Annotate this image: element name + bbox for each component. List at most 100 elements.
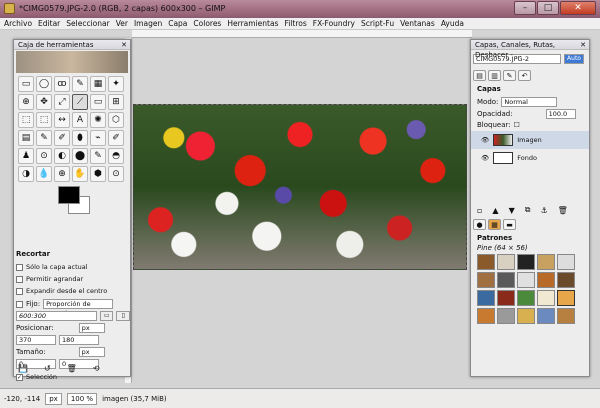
pattern-swatch[interactable] (557, 290, 575, 306)
eraser-tool[interactable]: ⬮ (72, 130, 88, 146)
menu-capa[interactable]: Capa (168, 18, 187, 29)
delete-icon[interactable]: 🗑 (67, 364, 77, 373)
shear-tool[interactable]: ⬚ (18, 112, 34, 128)
menu-fx-foundry[interactable]: FX-Foundry (313, 18, 355, 29)
zoom-tool[interactable]: ⊕ (18, 94, 34, 110)
fixed-dropdown[interactable]: Proporción de aspecto (43, 299, 114, 317)
dodge-burn-tool[interactable]: ◓ (108, 148, 124, 164)
tab-layers[interactable]: ▤ (473, 70, 486, 81)
auto-button[interactable]: Auto (564, 54, 584, 64)
duplicate-layer-icon[interactable]: ⧉ (525, 205, 531, 215)
landscape-icon[interactable]: ▭ (99, 311, 114, 321)
pencil-tool[interactable]: ✎ (36, 130, 52, 146)
pattern-swatch[interactable] (537, 290, 555, 306)
mode-select[interactable]: Normal (501, 97, 558, 107)
rect-select-tool[interactable]: ▭ (18, 76, 34, 92)
save-icon[interactable]: 💾 (18, 364, 28, 373)
pattern-swatch[interactable] (517, 272, 535, 288)
cage-tool[interactable]: ⬢ (90, 166, 106, 182)
tab-undo[interactable]: ↶ (518, 70, 531, 81)
portrait-icon[interactable]: ▯ (116, 311, 130, 321)
menu-ayuda[interactable]: Ayuda (441, 18, 464, 29)
airbrush-tool[interactable]: ⌁ (90, 130, 106, 146)
pattern-swatch[interactable] (497, 272, 515, 288)
flip-tool[interactable]: ↔ (54, 112, 70, 128)
lower-layer-icon[interactable]: ▼ (509, 206, 515, 215)
tab-patterns[interactable]: ▦ (488, 219, 501, 230)
raise-layer-icon[interactable]: ▲ (492, 206, 498, 215)
text-tool[interactable]: A (72, 112, 88, 128)
close-icon[interactable]: ✕ (580, 40, 586, 50)
close-icon[interactable]: ✕ (121, 40, 127, 50)
unit-select[interactable]: px (45, 392, 62, 405)
menu-seleccionar[interactable]: Seleccionar (66, 18, 109, 29)
warp-tool[interactable]: ⊙ (108, 166, 124, 182)
pos-y-input[interactable]: 180 (59, 335, 99, 345)
image-canvas[interactable] (133, 104, 467, 270)
zoom-select[interactable]: 100 % (66, 392, 98, 405)
menu-filtros[interactable]: Filtros (284, 18, 306, 29)
lock-pixels-checkbox[interactable]: ☐ (514, 121, 520, 129)
pattern-swatch[interactable] (557, 308, 575, 324)
clone-tool[interactable]: ♟ (18, 148, 34, 164)
scale-tool[interactable]: ⊞ (108, 94, 124, 110)
scissors-tool[interactable]: ✦ (108, 76, 124, 92)
menu-imagen[interactable]: Imagen (134, 18, 162, 29)
pattern-swatch[interactable] (477, 272, 495, 288)
pattern-swatch[interactable] (557, 272, 575, 288)
ratio-input[interactable]: 600:300 (16, 311, 97, 321)
align-tool[interactable]: ⤢ (54, 94, 70, 110)
size-unit-select[interactable]: px (78, 347, 105, 357)
smudge-tool[interactable]: ✎ (90, 148, 106, 164)
only-layer-checkbox[interactable]: Sólo la capa actual (16, 261, 130, 273)
perspective-clone-tool[interactable]: ◐ (54, 148, 70, 164)
paths-tool[interactable]: ✺ (90, 112, 106, 128)
pattern-swatch[interactable] (477, 290, 495, 306)
pattern-swatch[interactable] (497, 254, 515, 270)
layer-item-imagen[interactable]: 👁 Imagen (471, 131, 589, 149)
pattern-swatch[interactable] (497, 290, 515, 306)
pattern-swatch[interactable] (517, 308, 535, 324)
pattern-swatch[interactable] (517, 290, 535, 306)
tab-gradients[interactable]: ▬ (503, 219, 516, 230)
move-tool[interactable]: ✥ (36, 94, 52, 110)
crop-tool[interactable]: ⟋ (72, 94, 88, 110)
dropper-tool[interactable]: ⊕ (54, 166, 70, 182)
free-select-tool[interactable]: ꝏ (54, 76, 70, 92)
tab-channels[interactable]: ▥ (488, 70, 501, 81)
pattern-swatch[interactable] (517, 254, 535, 270)
menu-ventanas[interactable]: Ventanas (400, 18, 435, 29)
reset-icon[interactable]: ⟲ (93, 364, 100, 373)
blend-tool[interactable]: ▤ (18, 130, 34, 146)
pattern-swatch[interactable] (557, 254, 575, 270)
pattern-swatch[interactable] (477, 308, 495, 324)
bucket-fill-tool[interactable]: ⬡ (108, 112, 124, 128)
menu-archivo[interactable]: Archivo (4, 18, 32, 29)
pos-x-input[interactable]: 370 (16, 335, 56, 345)
tab-paths[interactable]: ✎ (503, 70, 516, 81)
fuzzy-select-tool[interactable]: ✎ (72, 76, 88, 92)
delete-icon[interactable]: 🗑 (558, 206, 568, 215)
rotate-tool[interactable]: ▭ (90, 94, 106, 110)
expand-center-checkbox[interactable]: Expandir desde el centro (16, 285, 130, 297)
horizontal-ruler[interactable] (132, 30, 472, 38)
menu-script-fu[interactable]: Script-Fu (361, 18, 394, 29)
pattern-swatch[interactable] (537, 308, 555, 324)
opacity-input[interactable]: 100.0 (545, 109, 576, 119)
minimize-button[interactable]: – (514, 1, 536, 15)
allow-grow-checkbox[interactable]: Permitir agrandar (16, 273, 130, 285)
restore-icon[interactable]: ↺ (44, 364, 51, 373)
color-picker-tool[interactable]: ◑ (18, 166, 34, 182)
pattern-swatch[interactable] (477, 254, 495, 270)
measure-tool[interactable]: 💧 (36, 166, 52, 182)
menu-editar[interactable]: Editar (38, 18, 60, 29)
position-unit-select[interactable]: px (78, 323, 105, 333)
hand-tool[interactable]: ✋ (72, 166, 88, 182)
eye-icon[interactable]: 👁 (481, 154, 489, 162)
fixed-checkbox[interactable] (16, 300, 23, 308)
heal-tool[interactable]: ⊙ (36, 148, 52, 164)
paintbrush-tool[interactable]: ✐ (54, 130, 70, 146)
menu-herramientas[interactable]: Herramientas (227, 18, 278, 29)
ellipse-select-tool[interactable]: ◯ (36, 76, 52, 92)
foreground-color[interactable] (58, 186, 80, 204)
